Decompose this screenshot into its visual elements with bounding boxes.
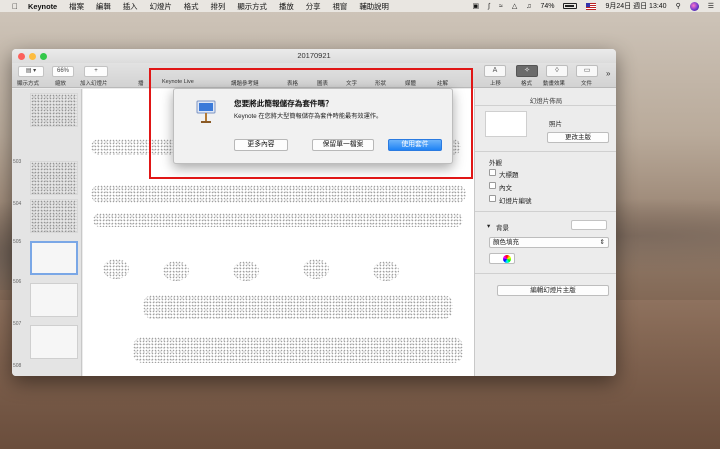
add-slide-label: 加入幻燈片	[80, 81, 108, 87]
background-label: 背景	[496, 225, 509, 232]
fill-type-select[interactable]: 顏色填充 ⇕	[489, 237, 609, 248]
slide-number: 508	[13, 363, 22, 369]
inspector-title: 幻燈片佈局	[529, 98, 563, 105]
fill-color-well[interactable]	[489, 253, 515, 264]
menu-edit[interactable]: 編輯	[96, 1, 111, 12]
format-button[interactable]: ✧	[516, 65, 538, 77]
body-checkbox-label: 內文	[499, 185, 512, 192]
disclosure-triangle-icon[interactable]: ▾	[487, 222, 490, 230]
inspector-divider	[475, 273, 616, 274]
menubar:  Keynote 檔案 編輯 插入 幻燈片 格式 排列 顯示方式 播放 分享 …	[0, 0, 720, 12]
title-checkbox[interactable]	[489, 169, 496, 176]
menu-slide[interactable]: 幻燈片	[150, 1, 172, 12]
notification-center-icon[interactable]: ☰	[708, 2, 714, 10]
menu-window[interactable]: 視窗	[333, 1, 348, 12]
inspector-divider	[475, 105, 616, 106]
menu-format[interactable]: 格式	[184, 1, 199, 12]
slide-content-artifact	[103, 259, 129, 279]
screen-share-icon[interactable]: ▣	[472, 2, 479, 10]
slide-content-artifact	[233, 261, 259, 281]
wifi-icon[interactable]: ≈	[499, 3, 503, 10]
slide-thumbnail[interactable]	[30, 283, 78, 317]
format-label: 格式	[521, 81, 533, 87]
view-button[interactable]: ▤ ▾	[18, 66, 44, 77]
menu-view[interactable]: 顯示方式	[237, 1, 267, 12]
menu-help[interactable]: 輔助說明	[359, 1, 389, 12]
appearance-heading: 外觀	[489, 160, 502, 167]
slide-number: 505	[13, 239, 22, 245]
apple-menu-icon[interactable]: 	[8, 2, 22, 11]
volume-icon[interactable]: ♫	[526, 3, 531, 10]
zoom-label: 縮放	[55, 81, 67, 87]
menu-insert[interactable]: 插入	[123, 1, 138, 12]
slide-content-artifact	[91, 185, 466, 203]
spotlight-search-icon[interactable]: ⚲	[676, 2, 681, 10]
select-arrows-icon: ⇕	[599, 239, 605, 246]
battery-icon[interactable]	[563, 3, 578, 9]
slide-content-artifact	[163, 261, 189, 281]
airplay-icon[interactable]: △	[512, 2, 517, 10]
inspector-divider	[475, 211, 616, 212]
toolbar-overflow-icon[interactable]: »	[606, 69, 610, 78]
slide-number: 507	[13, 321, 22, 327]
document-button[interactable]: ▭	[576, 65, 598, 77]
menu-app-name[interactable]: Keynote	[28, 2, 57, 11]
document-label: 文件	[581, 81, 593, 87]
slide-content-artifact	[143, 295, 453, 319]
slide-navigator[interactable]: 503 504 505 506 507 508	[12, 89, 82, 376]
siri-icon[interactable]	[689, 1, 699, 11]
slide-thumbnail[interactable]	[30, 93, 78, 127]
background-color-swatch[interactable]	[571, 220, 607, 230]
menubar-clock[interactable]: 9月24日 週日 13:40	[605, 1, 666, 11]
zoom-select[interactable]: 66%	[52, 66, 74, 77]
slide-thumbnail[interactable]	[30, 325, 78, 359]
animation-label: 動畫效果	[543, 81, 566, 87]
play-label: 播	[138, 81, 144, 87]
menu-file[interactable]: 檔案	[69, 1, 84, 12]
slide-content-artifact	[93, 213, 463, 227]
slide-number: 503	[13, 159, 22, 165]
menubar-status-area: ▣ ∫ ≈ △ ♫ 74% 9月24日 週日 13:40 ⚲ ☰	[472, 0, 714, 12]
menu-arrange[interactable]: 排列	[211, 1, 226, 12]
title-checkbox-label: 大標題	[499, 172, 519, 179]
slide-thumbnail[interactable]	[30, 161, 78, 195]
slide-content-artifact	[133, 337, 463, 363]
document-title[interactable]: 20170921	[12, 51, 616, 60]
slide-content-artifact	[373, 261, 399, 281]
change-master-button[interactable]: 更改主版	[547, 132, 609, 143]
inspector-divider	[475, 151, 616, 152]
slide-number: 506	[13, 279, 22, 285]
add-slide-button[interactable]: +	[84, 66, 108, 77]
slide-thumbnail[interactable]	[30, 199, 78, 233]
animation-button[interactable]: ◊	[546, 65, 568, 77]
body-checkbox[interactable]	[489, 182, 496, 189]
format-inspector: 幻燈片佈局 照片 更改主版 外觀 大標題 內文 幻燈片編號 ▾ 背景 顏色填充 …	[474, 89, 616, 376]
annotation-highlight-box	[149, 68, 473, 179]
window-titlebar[interactable]: 20170921	[12, 49, 616, 63]
slide-number-checkbox[interactable]	[489, 195, 496, 202]
master-name: 照片	[549, 121, 562, 128]
slide-thumbnail-selected[interactable]	[30, 241, 78, 275]
menu-share[interactable]: 分享	[306, 1, 321, 12]
master-thumbnail[interactable]	[485, 111, 527, 137]
slide-number-checkbox-label: 幻燈片編號	[499, 198, 532, 205]
edit-master-button[interactable]: 編輯幻燈片主版	[497, 285, 609, 296]
bluetooth-icon[interactable]: ∫	[488, 3, 490, 10]
fill-type-value: 顏色填充	[493, 239, 519, 246]
slide-content-artifact	[303, 259, 329, 279]
menu-play[interactable]: 播放	[279, 1, 294, 12]
input-source-flag-icon[interactable]	[586, 2, 597, 10]
animate-button[interactable]: A	[484, 65, 506, 77]
animate-label: 上移	[490, 81, 502, 87]
battery-percent: 74%	[540, 2, 555, 10]
view-label: 顯示方式	[17, 81, 40, 87]
color-wheel-icon[interactable]	[503, 255, 511, 263]
slide-number: 504	[13, 201, 22, 207]
